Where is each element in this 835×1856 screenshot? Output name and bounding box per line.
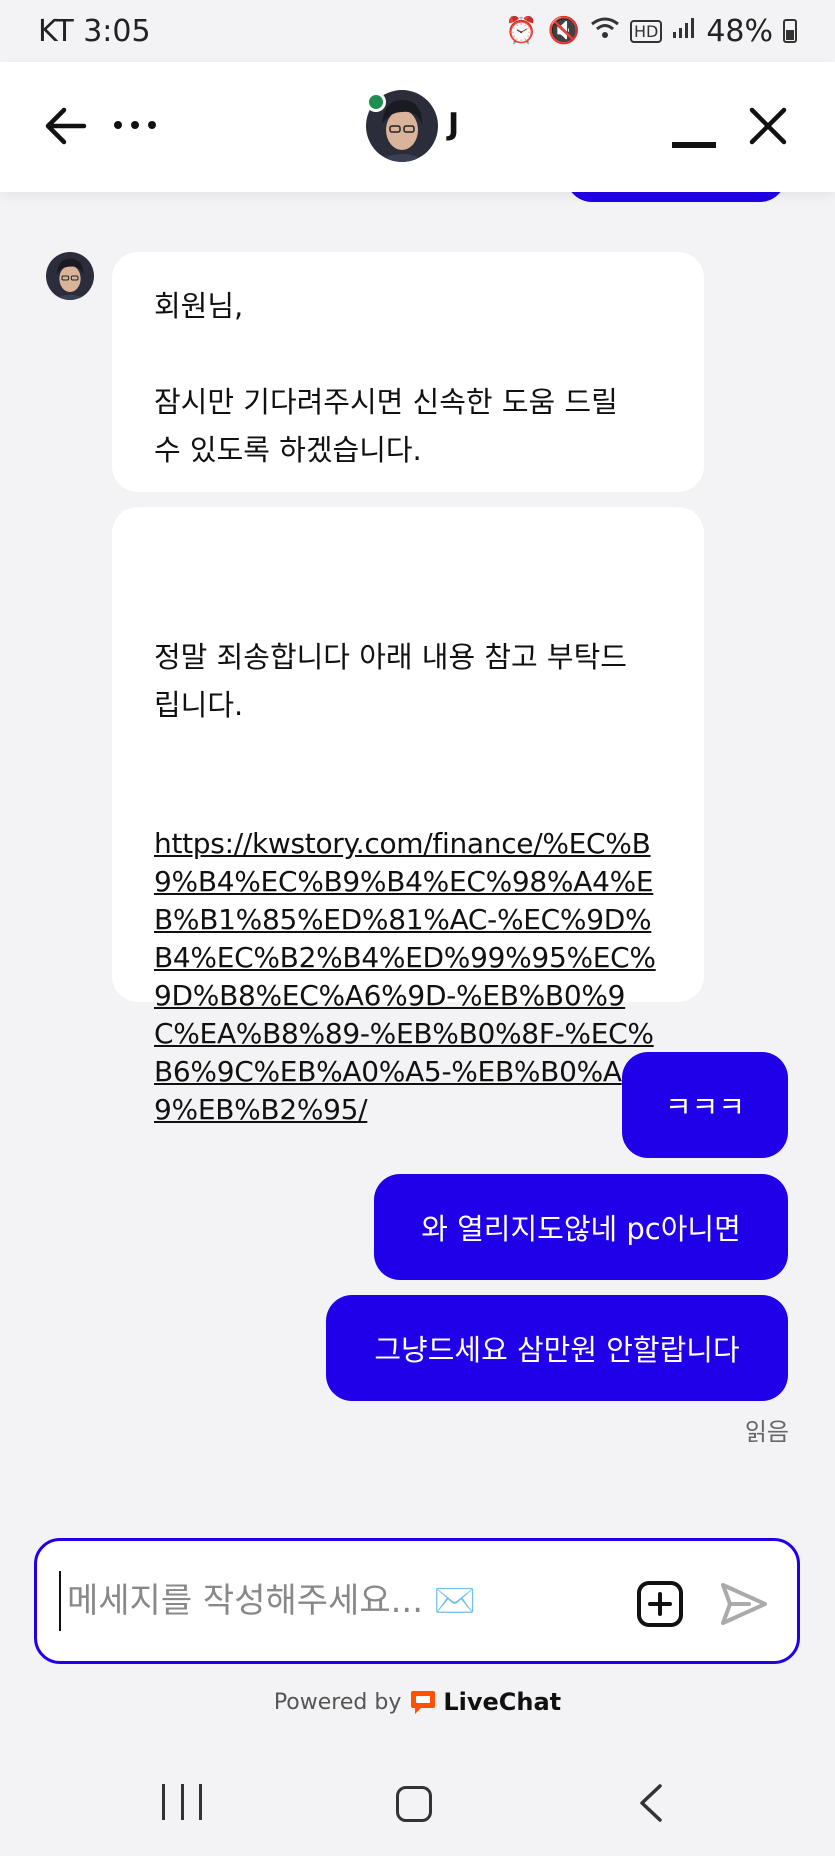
hd-icon: HD (629, 19, 663, 43)
livechat-logo-icon (411, 1691, 436, 1714)
chat-header: J (0, 62, 835, 192)
add-attachment-button[interactable] (637, 1581, 683, 1627)
message-input[interactable] (59, 1571, 559, 1631)
message-text: 그냥드세요 삼만원 안할랍니다 (374, 1333, 740, 1367)
alarm-icon: ⏰ (505, 16, 538, 46)
close-button[interactable] (748, 106, 788, 146)
home-button[interactable] (396, 1786, 432, 1822)
chevron-left-icon (640, 1784, 662, 1822)
minimize-button[interactable] (672, 142, 716, 148)
more-options-button[interactable] (114, 110, 168, 140)
send-icon (721, 1583, 767, 1625)
incoming-message: 회원님, 잠시만 기다려주시면 신속한 도움 드릴 수 있도록 하겠습니다. (112, 252, 704, 492)
mute-icon: 🔇 (547, 16, 580, 46)
brand-name: LiveChat (443, 1688, 562, 1716)
incoming-message: 정말 죄송합니다 아래 내용 참고 부탁드 립니다. https://kwsto… (112, 507, 704, 1126)
send-button[interactable] (719, 1579, 769, 1629)
close-icon (749, 107, 787, 145)
dot-icon (131, 121, 139, 129)
message-link[interactable]: https://kwstory.com/finance/%EC%B9%B4%EC… (154, 825, 662, 1129)
battery-icon (783, 19, 797, 43)
back-button[interactable] (44, 102, 88, 150)
agent-name: J (448, 107, 460, 142)
powered-by-label: Powered by (273, 1689, 402, 1715)
system-back-button[interactable] (636, 1782, 666, 1824)
agent-message-avatar (46, 252, 94, 300)
message-text: 와 열리지도않네 pc아니면 (421, 1212, 741, 1246)
online-status-indicator (366, 92, 386, 112)
dot-icon (114, 121, 122, 129)
message-composer (34, 1538, 800, 1664)
message-text: ㅋㅋㅋ (664, 1090, 746, 1124)
outgoing-message: 와 열리지도않네 pc아니면 (374, 1174, 788, 1280)
status-time: KT 3:05 (38, 13, 151, 49)
signal-icon (672, 16, 696, 47)
outgoing-message: 그냥드세요 삼만원 안할랍니다 (326, 1295, 788, 1401)
arrow-left-icon (45, 107, 87, 145)
livechat-brand[interactable]: LiveChat (409, 1688, 561, 1716)
battery-percent: 48% (706, 13, 773, 49)
powered-by-footer: Powered by LiveChat (0, 1688, 835, 1716)
message-text: 정말 죄송합니다 아래 내용 참고 부탁드 립니다. (154, 640, 627, 722)
recent-apps-button[interactable] (162, 1784, 202, 1824)
system-navigation-bar (0, 1760, 835, 1856)
dot-icon (148, 121, 156, 129)
wifi-icon (590, 16, 620, 47)
status-bar: KT 3:05 ⏰ 🔇 HD 48% (0, 0, 835, 62)
read-receipt: 읽음 (744, 1418, 789, 1446)
status-icons: ⏰ 🔇 HD 48% (505, 14, 797, 49)
outgoing-message: ㅋㅋㅋ (622, 1052, 788, 1158)
